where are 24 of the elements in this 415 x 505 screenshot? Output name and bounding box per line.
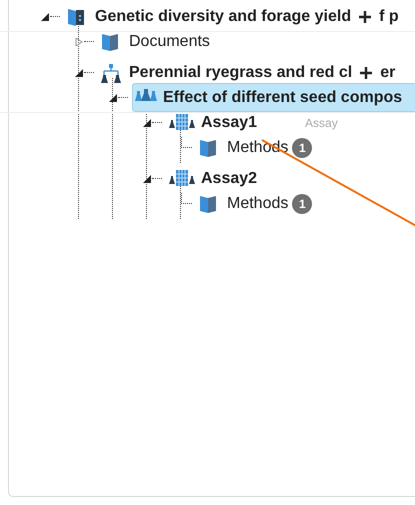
node-label: er	[380, 64, 396, 82]
node-label: Genetic diversity and forage yield	[95, 8, 352, 26]
node-label: Assay2	[201, 170, 258, 188]
node-label: Methods	[227, 194, 288, 212]
plus-icon	[359, 10, 372, 22]
count-badge: 1	[292, 194, 312, 214]
type-label: Assay	[305, 116, 338, 130]
node-label: Effect of different seed compos	[163, 88, 402, 106]
expanded-triangle-icon[interactable]	[143, 118, 151, 126]
collapsed-triangle-icon[interactable]	[75, 38, 83, 46]
plus-icon	[360, 66, 372, 78]
assay-icon	[169, 168, 195, 188]
expanded-triangle-icon[interactable]	[41, 12, 49, 20]
expanded-triangle-icon[interactable]	[109, 94, 117, 102]
assay-icon	[169, 112, 195, 132]
expanded-triangle-icon[interactable]	[143, 174, 151, 182]
count-badge: 1	[292, 138, 312, 158]
hierarchy-icon	[101, 62, 123, 82]
node-label: Documents	[129, 32, 210, 50]
expanded-triangle-icon[interactable]	[75, 68, 83, 76]
node-label: Perennial ryegrass and red cl	[129, 64, 352, 82]
tree-node[interactable]: Effect of different seed compos	[132, 83, 415, 112]
node-label: f p	[379, 8, 399, 26]
node-label: Assay1	[201, 114, 258, 132]
